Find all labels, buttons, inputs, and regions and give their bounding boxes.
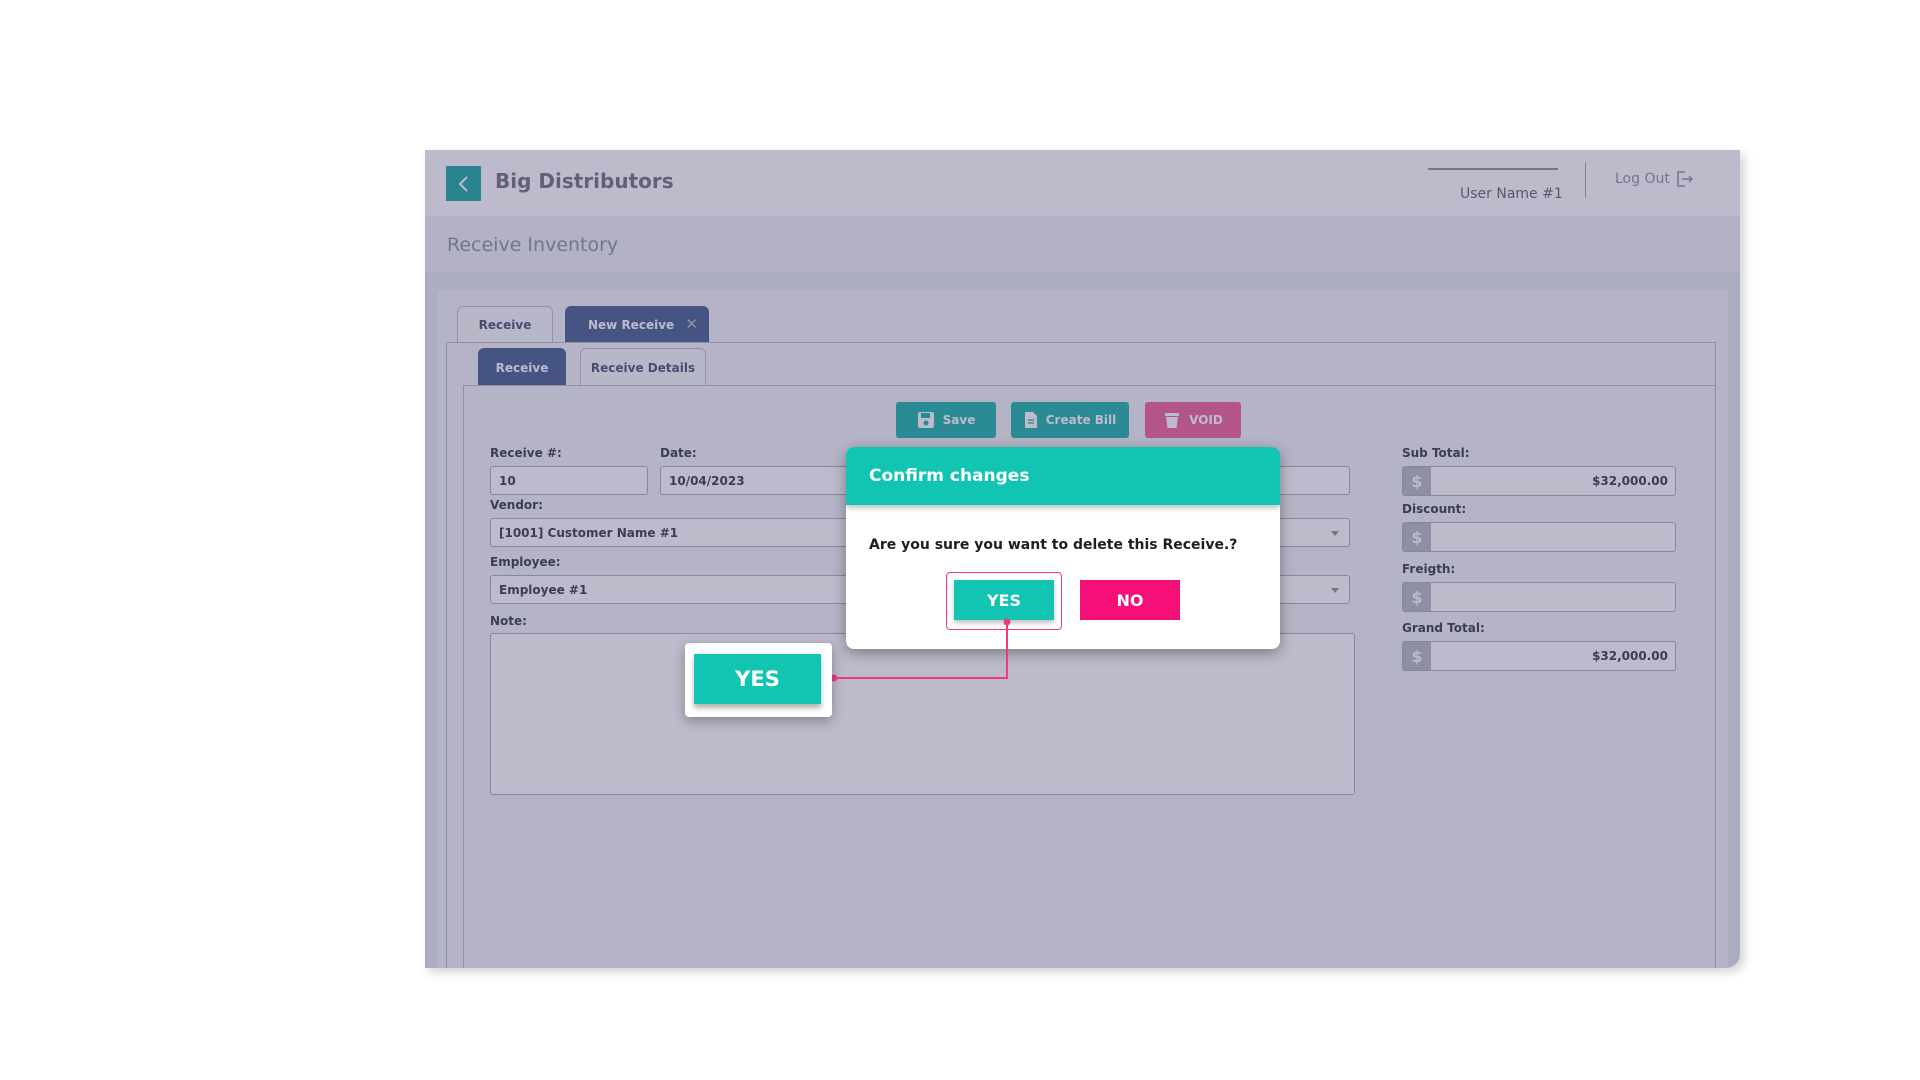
callout-yes-button: YES [694, 654, 821, 704]
dialog-message: Are you sure you want to delete this Rec… [869, 537, 1238, 553]
no-button[interactable]: NO [1080, 580, 1180, 620]
yes-button-highlight [946, 572, 1062, 630]
dialog-title: Confirm changes [846, 447, 1280, 505]
confirm-dialog: Confirm changes Are you sure you want to… [846, 447, 1280, 649]
